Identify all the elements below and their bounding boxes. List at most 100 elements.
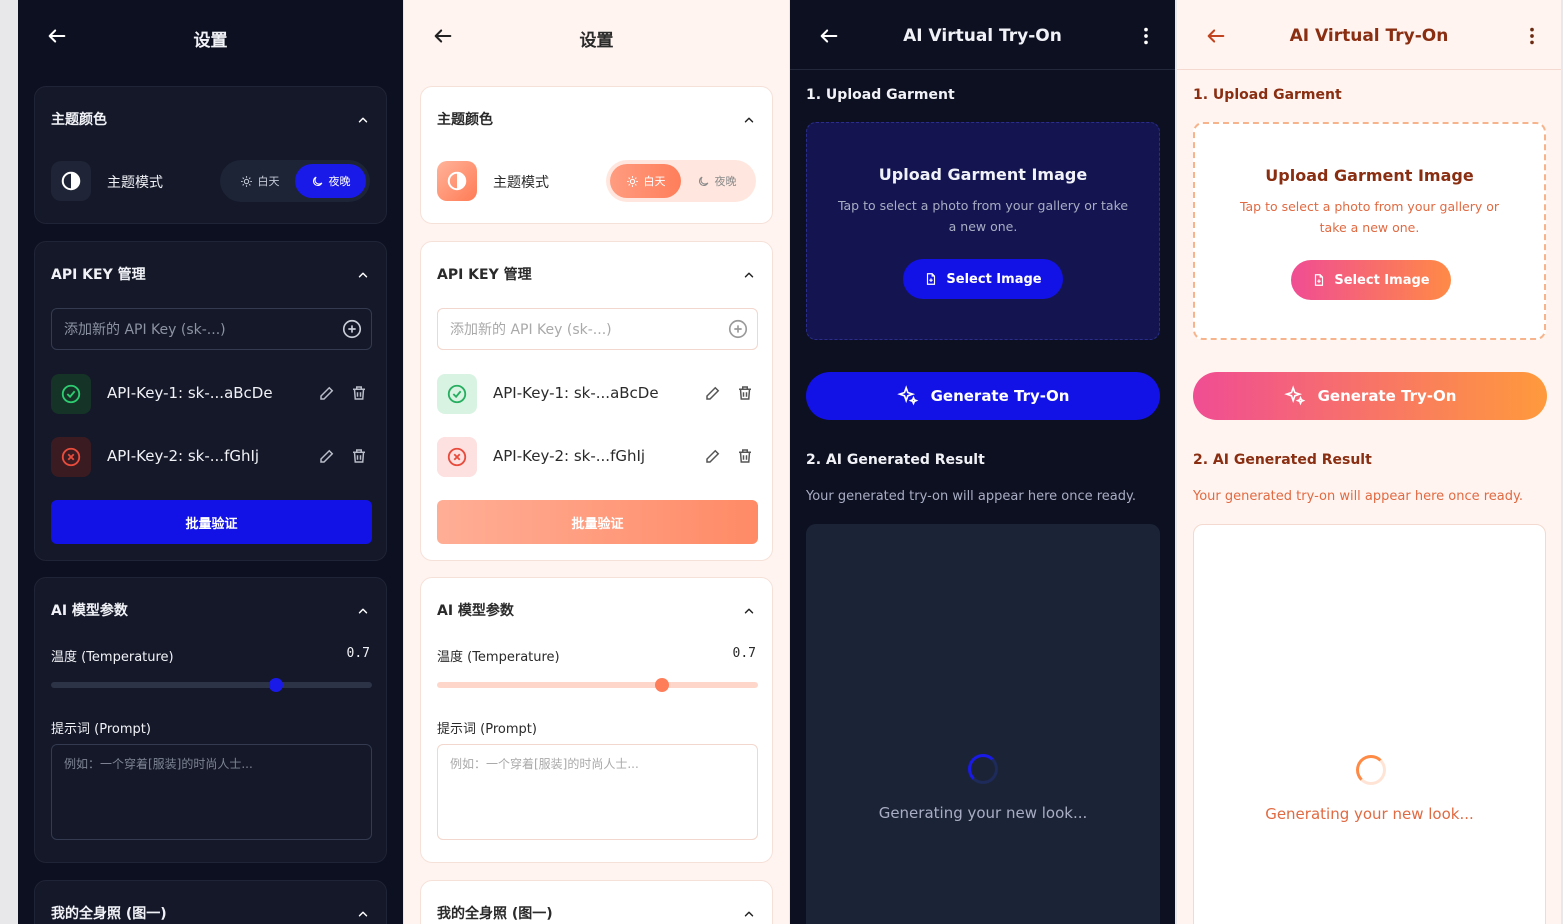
- chevron-up-icon[interactable]: [356, 268, 370, 282]
- chevron-up-icon[interactable]: [356, 604, 370, 618]
- page-title: 设置: [193, 31, 228, 51]
- theme-card: 主题颜色 主题模式 白天 夜晚: [420, 86, 773, 224]
- api-key-input[interactable]: 添加新的 API Key (sk-...): [437, 308, 758, 350]
- sun-icon: [240, 175, 252, 187]
- pencil-icon[interactable]: [704, 447, 722, 465]
- pencil-icon[interactable]: [704, 384, 722, 402]
- header: 设置: [404, 0, 789, 70]
- moon-icon: [698, 176, 708, 186]
- chevron-up-icon[interactable]: [742, 604, 756, 618]
- theme-toggle: 白天 夜晚: [220, 160, 370, 202]
- model-params-card: AI 模型参数 温度 (Temperature) 0.7 提示词 (Prompt…: [34, 577, 387, 863]
- api-key-placeholder: 添加新的 API Key (sk-...): [64, 322, 226, 338]
- day-mode-button[interactable]: 白天: [610, 164, 681, 198]
- tryon-screen-dark: AI Virtual Try-On 1. Upload Garment Uplo…: [790, 0, 1175, 924]
- trash-icon[interactable]: [350, 384, 368, 402]
- result-preview: Generating your new look...: [1193, 524, 1546, 924]
- trash-icon[interactable]: [350, 447, 368, 465]
- temperature-slider[interactable]: [437, 678, 758, 692]
- result-description: Your generated try-on will appear here o…: [806, 489, 1136, 504]
- temperature-value: 0.7: [732, 646, 756, 661]
- card-title: 主题颜色: [437, 112, 493, 128]
- upload-dropzone[interactable]: Upload Garment Image Tap to select a pho…: [806, 122, 1160, 340]
- generate-label: Generate Try-On: [1317, 387, 1457, 405]
- trash-icon[interactable]: [736, 384, 754, 402]
- day-label: 白天: [257, 175, 280, 188]
- card-title: AI 模型参数: [437, 603, 514, 619]
- trash-icon[interactable]: [736, 447, 754, 465]
- sparkles-icon: [1283, 385, 1305, 406]
- settings-screen-dark: 设置 主题颜色 主题模式 白天 夜晚 API KEY 管理 添加新的 API K…: [18, 0, 403, 924]
- check-circle-icon: [437, 374, 477, 414]
- api-key-row: API-Key-2: sk-...fGhIj: [51, 437, 372, 477]
- api-key-label: API-Key-2: sk-...fGhIj: [493, 447, 646, 465]
- result-section-title: 2. AI Generated Result: [806, 452, 985, 468]
- select-image-button[interactable]: Select Image: [903, 259, 1063, 299]
- chevron-up-icon[interactable]: [356, 113, 370, 127]
- slider-thumb[interactable]: [268, 678, 283, 692]
- card-title: 我的全身照 (图一): [51, 906, 167, 922]
- prompt-textarea[interactable]: [437, 744, 758, 840]
- x-circle-icon: [437, 437, 477, 477]
- day-mode-button[interactable]: 白天: [224, 164, 295, 198]
- slider-thumb[interactable]: [654, 678, 669, 692]
- day-label: 白天: [643, 175, 666, 188]
- generating-status: Generating your new look...: [1265, 805, 1474, 823]
- upload-description: Tap to select a photo from your gallery …: [1239, 199, 1500, 235]
- more-vertical-icon[interactable]: [1135, 25, 1157, 47]
- file-add-icon: [927, 273, 936, 285]
- api-key-card: API KEY 管理 添加新的 API Key (sk-...) API-Key…: [420, 241, 773, 561]
- temperature-slider[interactable]: [51, 678, 372, 692]
- chevron-up-icon[interactable]: [742, 113, 756, 127]
- loading-spinner-icon: [1356, 755, 1386, 785]
- bulk-verify-button[interactable]: 批量验证: [437, 500, 758, 544]
- generate-tryon-button[interactable]: Generate Try-On: [1193, 372, 1547, 420]
- contrast-icon: [51, 161, 91, 201]
- prompt-label: 提示词 (Prompt): [51, 722, 151, 737]
- api-key-row: API-Key-2: sk-...fGhIj: [437, 437, 758, 477]
- api-key-label: API-Key-2: sk-...fGhIj: [107, 447, 260, 465]
- contrast-icon: [437, 161, 477, 201]
- file-add-icon: [1315, 274, 1324, 286]
- api-key-row: API-Key-1: sk-...aBcDe: [437, 374, 758, 414]
- plus-circle-icon[interactable]: [727, 318, 749, 340]
- prompt-label: 提示词 (Prompt): [437, 722, 537, 737]
- plus-circle-icon[interactable]: [341, 318, 363, 340]
- loading-spinner-icon: [968, 754, 998, 784]
- api-key-label: API-Key-1: sk-...aBcDe: [107, 384, 273, 402]
- night-label: 夜晚: [714, 175, 737, 188]
- prompt-textarea[interactable]: [51, 744, 372, 840]
- photo-card: 我的全身照 (图一): [34, 880, 387, 924]
- chevron-up-icon[interactable]: [742, 268, 756, 282]
- temperature-label: 温度 (Temperature): [51, 650, 174, 665]
- result-preview: Generating your new look...: [806, 524, 1160, 924]
- chevron-up-icon[interactable]: [742, 907, 756, 921]
- check-circle-icon: [51, 374, 91, 414]
- card-title: API KEY 管理: [437, 267, 532, 283]
- more-vertical-icon[interactable]: [1521, 25, 1543, 47]
- select-image-label: Select Image: [1334, 272, 1430, 288]
- night-mode-button[interactable]: 夜晚: [295, 164, 366, 198]
- upload-title: Upload Garment Image: [1265, 166, 1474, 185]
- header: 设置: [18, 0, 403, 70]
- select-image-label: Select Image: [946, 271, 1042, 287]
- header: AI Virtual Try-On: [790, 0, 1175, 70]
- pencil-icon[interactable]: [318, 447, 336, 465]
- upload-dropzone[interactable]: Upload Garment Image Tap to select a pho…: [1193, 122, 1546, 340]
- pencil-icon[interactable]: [318, 384, 336, 402]
- page-title: AI Virtual Try-On: [903, 26, 1062, 46]
- bulk-verify-button[interactable]: 批量验证: [51, 500, 372, 544]
- page-title: 设置: [579, 31, 614, 51]
- moon-icon: [312, 176, 322, 186]
- api-key-input[interactable]: 添加新的 API Key (sk-...): [51, 308, 372, 350]
- select-image-button[interactable]: Select Image: [1291, 260, 1451, 300]
- settings-screen-light: 设置 主题颜色 主题模式 白天 夜晚 API KEY 管理 添加新的 API K…: [404, 0, 789, 924]
- night-mode-button[interactable]: 夜晚: [681, 164, 752, 198]
- tryon-screen-light: AI Virtual Try-On 1. Upload Garment Uplo…: [1177, 0, 1561, 924]
- api-key-label: API-Key-1: sk-...aBcDe: [493, 384, 659, 402]
- result-section-title: 2. AI Generated Result: [1193, 452, 1372, 468]
- photo-card: 我的全身照 (图一): [420, 880, 773, 924]
- theme-toggle: 白天 夜晚: [606, 160, 756, 202]
- chevron-up-icon[interactable]: [356, 907, 370, 921]
- generate-tryon-button[interactable]: Generate Try-On: [806, 372, 1160, 420]
